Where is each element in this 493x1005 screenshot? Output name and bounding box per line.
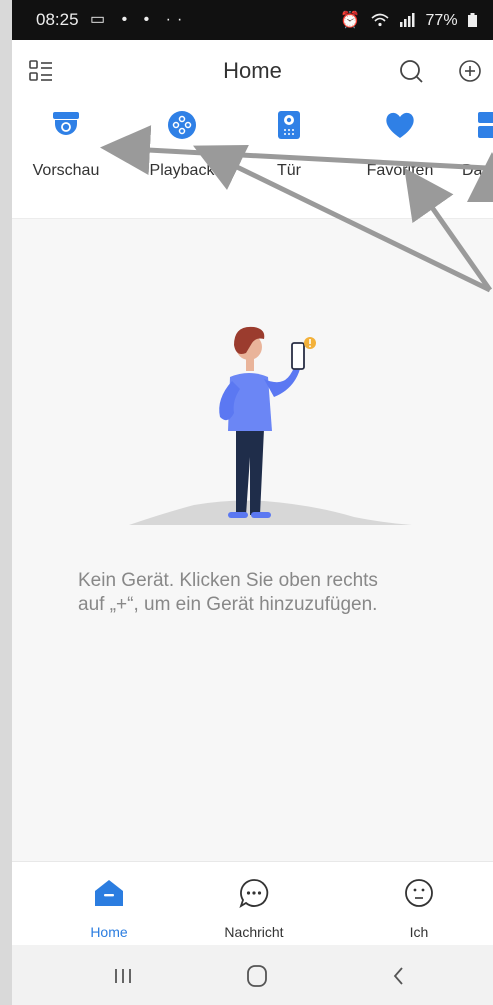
search-icon[interactable] [398,58,424,84]
phone-screen: 08:25 ▭ • • ·· ⏰ 77% Home Vorschau Playb… [12,0,493,1005]
quick-action-label: Favoriten [366,162,434,179]
empty-state: Kein Gerät. Klicken Sie oben rechts auf … [12,219,493,861]
tab-label: Ich [409,924,429,940]
battery-percent: 77% [425,12,458,29]
battery-icon [468,12,477,29]
notification-icons: ▭ • • ·· [90,11,189,28]
quick-action-tuer[interactable]: Tür [239,108,339,180]
status-time: 08:25 [36,10,79,29]
quick-action-label: Playback [149,162,215,179]
playback-icon [165,108,199,142]
tab-label: Nachricht [224,924,284,940]
quick-action-vorschau[interactable]: Vorschau [16,108,116,180]
status-bar: 08:25 ▭ • • ·· ⏰ 77% [12,0,493,40]
quick-action-label: Tür [277,162,301,179]
app-header: Home [12,40,493,100]
signal-icon [399,12,419,29]
tab-ich[interactable]: Ich [359,876,479,940]
message-icon [237,876,271,910]
quick-action-playback[interactable]: Playback [132,108,232,180]
empty-state-message: Kein Gerät. Klicken Sie oben rechts auf … [78,570,378,615]
quick-action-favoriten[interactable]: Favoriten [350,108,450,180]
heart-icon [383,108,417,142]
home-icon [92,876,126,910]
camera-icon [49,108,83,142]
bottom-tab-bar: Home Nachricht Ich [12,861,493,946]
tab-label: Home [90,924,128,940]
quick-actions: Vorschau Playback Tür Favoriten Da [12,100,493,219]
back-icon[interactable] [384,961,424,991]
profile-icon [402,876,436,910]
tab-nachricht[interactable]: Nachricht [194,876,314,940]
add-circle-icon[interactable] [457,58,483,84]
system-nav-bar [12,945,493,1005]
home-circle-icon[interactable] [242,961,282,991]
wifi-icon [371,12,393,29]
tab-home[interactable]: Home [49,876,169,940]
status-right: ⏰ 77% [334,10,477,30]
quick-action-label: Da [462,162,483,179]
alarm-icon: ⏰ [340,12,361,29]
recent-apps-icon[interactable] [108,961,148,991]
doorbell-icon [272,108,306,142]
quick-action-label: Vorschau [32,162,100,179]
device-icon [474,108,493,142]
quick-action-da[interactable]: Da [460,108,493,180]
empty-illustration [124,317,414,539]
